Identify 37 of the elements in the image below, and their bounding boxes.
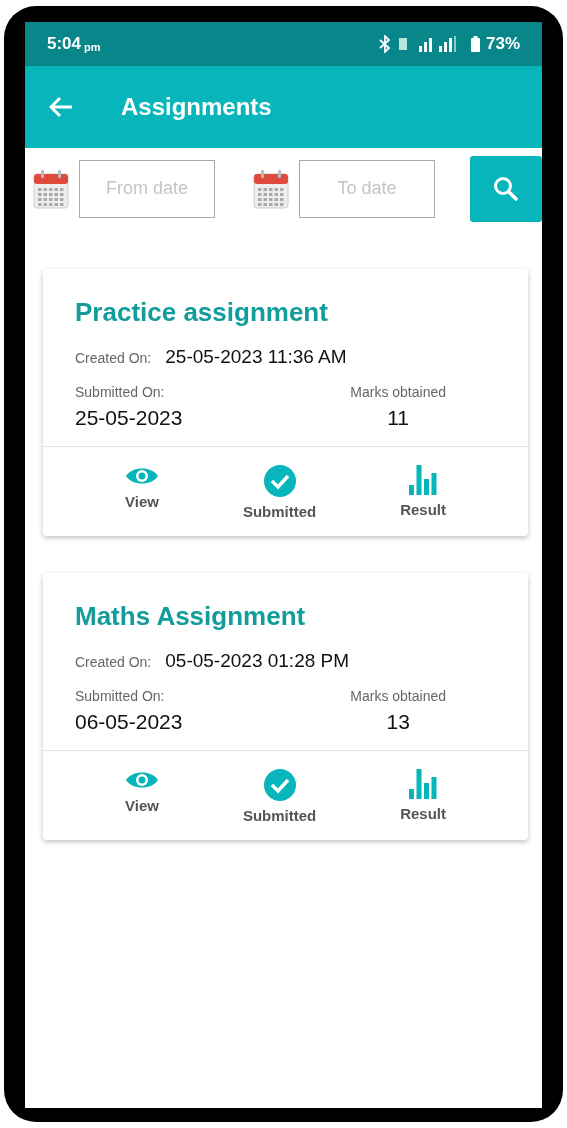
status-time: 5:04 [47, 34, 82, 54]
search-icon [493, 175, 519, 202]
submitted-value: 06-05-2023 [75, 710, 183, 734]
assignment-title: Practice assignment [75, 297, 329, 328]
submitted-value: 25-05-2023 [75, 406, 183, 430]
bar-chart-icon [409, 465, 438, 495]
view-action-button[interactable]: View [124, 769, 159, 824]
bluetooth-icon [378, 35, 391, 53]
to-date-field[interactable]: To date [299, 159, 435, 218]
submitted-action-button[interactable]: Submitted [242, 769, 317, 824]
bar-chart-icon [409, 769, 438, 799]
screen-title: Assignments [121, 93, 272, 121]
calendar-icon[interactable] [33, 168, 69, 209]
battery-icon [470, 36, 480, 52]
created-label: Created On: [75, 350, 152, 366]
submitted-action-button[interactable]: Submitted [242, 465, 317, 520]
submitted-label: Submitted On: [75, 384, 165, 400]
status-time-suffix: pm [84, 40, 101, 53]
assignment-title: Maths Assignment [75, 601, 307, 632]
back-arrow-icon[interactable] [49, 96, 73, 118]
result-action-button[interactable]: Result [400, 465, 447, 520]
created-label: Created On: [75, 654, 152, 670]
view-action-button[interactable]: View [124, 465, 159, 520]
marks-label: Marks obtained [350, 384, 446, 400]
submitted-label: Submitted On: [75, 688, 165, 704]
marks-label: Marks obtained [350, 688, 446, 704]
marks-value: 11 [387, 406, 410, 430]
marks-value: 13 [386, 710, 410, 734]
result-action-button[interactable]: Result [400, 769, 447, 824]
check-circle-icon [263, 769, 296, 801]
from-date-field[interactable]: From date [79, 159, 215, 218]
created-value: 25-05-2023 11:36 AM [165, 346, 347, 368]
search-button[interactable] [470, 155, 542, 222]
calendar-icon[interactable] [253, 168, 289, 209]
check-circle-icon [263, 465, 296, 497]
battery-percentage: 73% [485, 34, 520, 54]
created-value: 05-05-2023 01:28 PM [165, 650, 350, 672]
